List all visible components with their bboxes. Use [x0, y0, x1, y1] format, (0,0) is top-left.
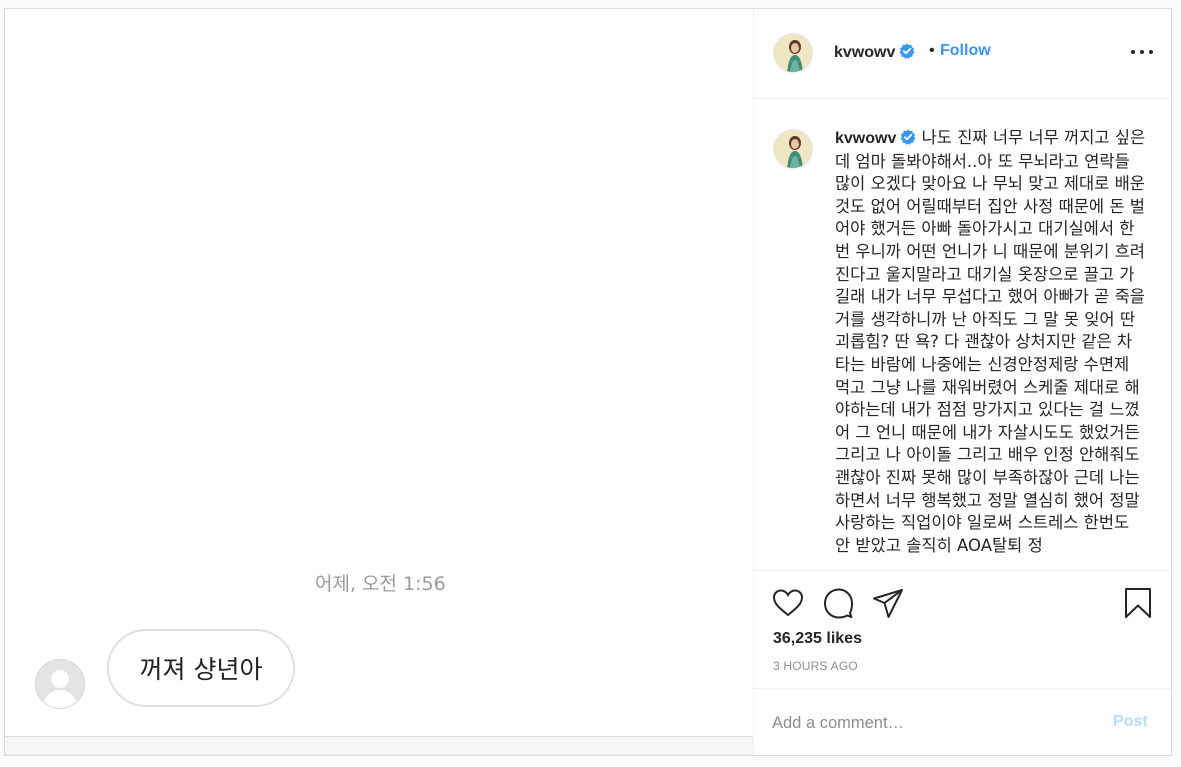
caption-avatar[interactable]: [773, 129, 813, 169]
caption-username[interactable]: kvwowv: [835, 129, 916, 147]
caption-text: kvwowv 나도 진짜 너무 너무 꺼지고 싶은데 엄마 돌봐야해서..아 또…: [835, 127, 1149, 557]
post-actions: 36,235 likes 3 HOURS AGO: [753, 570, 1171, 688]
follow-button[interactable]: Follow: [940, 42, 991, 60]
profile-avatar[interactable]: [773, 33, 813, 73]
post-card: 어제, 오전 1:56 꺼져 샹년아 kvwowv • Follow kvwow…: [4, 8, 1172, 756]
share-icon[interactable]: [871, 586, 905, 620]
chat-timestamp: 어제, 오전 1:56: [315, 573, 446, 595]
post-side-panel: kvwowv • Follow kvwowv 나도 진짜 너무 너무 꺼지고 싶…: [753, 9, 1171, 755]
bookmark-icon[interactable]: [1121, 586, 1155, 620]
post-media[interactable]: 어제, 오전 1:56 꺼져 샹년아: [5, 9, 754, 755]
verified-badge-icon: [899, 43, 915, 59]
media-bottom-bar: [5, 736, 753, 755]
heart-icon[interactable]: [771, 586, 805, 620]
chat-message-bubble: 꺼져 샹년아: [107, 629, 295, 707]
header-username[interactable]: kvwowv: [834, 43, 915, 62]
post-timestamp[interactable]: 3 HOURS AGO: [773, 659, 858, 673]
post-header: kvwowv • Follow: [753, 9, 1171, 99]
post-comment-button[interactable]: Post: [1113, 713, 1148, 731]
caption-body: 나도 진짜 너무 너무 꺼지고 싶은데 엄마 돌봐야해서..아 또 무뇌라고 연…: [835, 128, 1146, 555]
verified-badge-icon: [900, 129, 916, 145]
more-icon[interactable]: [1131, 43, 1153, 61]
comment-input[interactable]: [772, 711, 1092, 735]
default-avatar-icon: [35, 659, 85, 709]
separator-dot: •: [929, 42, 935, 59]
caption-scroll-area[interactable]: kvwowv 나도 진짜 너무 너무 꺼지고 싶은데 엄마 돌봐야해서..아 또…: [753, 100, 1171, 570]
likes-count[interactable]: 36,235 likes: [773, 630, 862, 648]
comment-bar: Post: [753, 688, 1171, 755]
comment-icon[interactable]: [821, 586, 855, 620]
